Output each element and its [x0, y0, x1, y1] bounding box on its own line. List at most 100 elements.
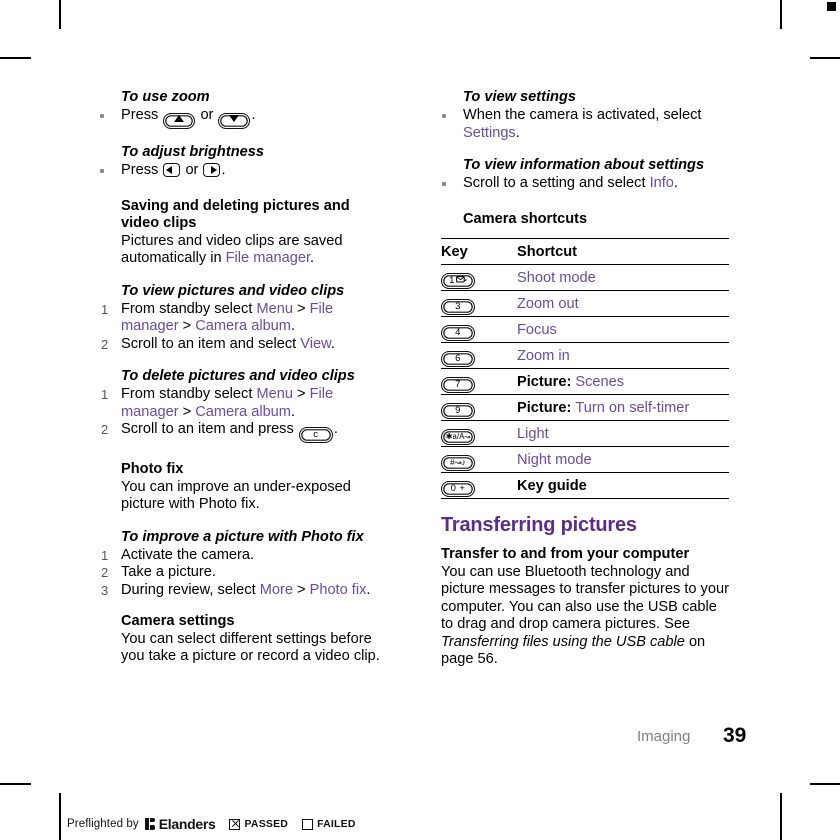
shortcut-action[interactable]: Scenes	[575, 374, 624, 390]
failed-checkbox[interactable]	[302, 818, 314, 830]
shortcut-action[interactable]: Light	[517, 426, 549, 442]
step-press-zoom-keys: Press or .	[100, 107, 391, 129]
bullet-marker	[100, 169, 104, 173]
preflight-label: Preflighted by	[67, 818, 139, 830]
failed-label: FAILED	[317, 818, 356, 830]
key-7-icon: 7	[441, 376, 475, 393]
key-6-icon: 6	[441, 350, 475, 367]
table-row: #↝♪ Night mode	[441, 446, 729, 473]
step-text-prefix: From standby select	[121, 300, 257, 317]
crop-mark-top-left-vertical	[59, 0, 61, 29]
passed-checkbox[interactable]	[229, 818, 241, 830]
shortcut-action[interactable]: Zoom in	[517, 348, 570, 364]
shortcut-prefix: Picture:	[517, 399, 576, 416]
step-text-suffix: .	[290, 403, 296, 420]
step-text-suffix: .	[333, 421, 338, 437]
key-cell: 4	[441, 316, 517, 343]
shortcut-cell: Shoot mode	[517, 264, 729, 291]
step-view-2: 2 Scroll to an item and select View.	[101, 335, 391, 354]
right-arrow-key-icon	[203, 163, 221, 177]
link-menu[interactable]: Menu	[256, 386, 293, 402]
clear-c-key-icon: c	[298, 427, 333, 443]
step-label-press: Press	[121, 162, 159, 178]
link-menu[interactable]: Menu	[256, 301, 293, 317]
link-file-manager[interactable]: File manager	[226, 250, 310, 266]
link-settings[interactable]: Settings	[463, 125, 516, 141]
shortcut-cell: Focus	[517, 316, 729, 343]
key-9-icon: 9	[441, 402, 475, 419]
key-0-plus-icon: 0 +	[441, 480, 475, 497]
separator-gt: >	[292, 581, 310, 598]
paragraph-transferring: You can use Bluetooth technology and pic…	[441, 564, 733, 669]
key-cell: 6	[441, 342, 517, 369]
key-cell: ✱a/A↝	[441, 420, 517, 447]
column-header-key: Key	[441, 238, 517, 265]
table-row: 4 Focus	[441, 316, 729, 343]
table-row: 3 Zoom out	[441, 290, 729, 317]
crop-mark-bottom-right-vertical	[780, 793, 782, 840]
link-view[interactable]: View	[300, 336, 331, 352]
transfer-text-1: You can use Bluetooth technology and pic…	[441, 563, 729, 633]
heading-to-delete-pictures: To delete pictures and video clips	[121, 368, 355, 384]
left-arrow-key-icon	[163, 163, 181, 177]
link-camera-album[interactable]: Camera album	[195, 318, 291, 334]
bullet-marker	[100, 114, 104, 118]
shortcut-action: Key guide	[517, 477, 587, 494]
heading-transfer-to-from-computer: Transfer to and from your computer	[441, 546, 690, 562]
separator-gt: >	[292, 386, 310, 402]
column-header-shortcut: Shortcut	[517, 238, 729, 265]
passed-label: PASSED	[244, 818, 289, 830]
heading-camera-settings: Camera settings	[121, 613, 235, 629]
shortcut-action[interactable]: Zoom out	[517, 296, 579, 312]
footer-chapter-name: Imaging	[637, 728, 691, 745]
step-text-prefix: When the camera is activated, select	[463, 107, 702, 123]
step-view-info: Scroll to a setting and select Info.	[442, 175, 733, 193]
up-arrow-key-icon	[163, 113, 196, 129]
step-text: Activate the camera.	[121, 546, 255, 563]
link-info[interactable]: Info	[650, 175, 674, 191]
shortcut-cell: Key guide	[517, 472, 729, 499]
step-text-prefix: From standby select	[121, 386, 257, 402]
preflight-brand: Elanders	[158, 816, 216, 832]
shortcut-action[interactable]: Focus	[517, 322, 557, 338]
key-cell: 9	[441, 394, 517, 421]
separator-gt: >	[178, 318, 196, 334]
footer-page-number: 39	[723, 724, 747, 747]
bullet-marker	[442, 182, 446, 186]
shortcut-action[interactable]: Turn on self-timer	[575, 400, 689, 416]
saving-text-2: .	[310, 250, 315, 266]
shortcut-action[interactable]: Shoot mode	[517, 270, 596, 286]
table-row: 9 Picture: Turn on self-timer	[441, 394, 729, 421]
heading-to-view-settings: To view settings	[463, 89, 576, 105]
manual-page: To use zoom Press or . To adjust brightn…	[0, 0, 840, 840]
key-cell: 1	[441, 264, 517, 291]
shortcut-cell: Picture: Turn on self-timer	[517, 394, 729, 421]
separator-gt: >	[292, 300, 310, 317]
crop-mark-top-right-horizontal	[810, 57, 840, 59]
heading-saving-deleting: Saving and deleting pictures and video c…	[121, 197, 350, 232]
step-text-suffix: .	[290, 318, 296, 334]
table-row: 6 Zoom in	[441, 342, 729, 369]
table-row: 1 Shoot mode	[441, 264, 729, 291]
link-camera-album[interactable]: Camera album	[195, 404, 291, 420]
link-photo-fix[interactable]: Photo fix	[310, 582, 367, 598]
conjunction-or: or	[200, 107, 214, 123]
heading-photo-fix: Photo fix	[121, 461, 184, 477]
down-arrow-key-icon	[218, 113, 251, 129]
link-more[interactable]: More	[260, 582, 293, 598]
step-text-prefix: Scroll to an item and select	[121, 335, 301, 352]
separator-gt: >	[178, 403, 196, 420]
shortcut-action[interactable]: Night mode	[517, 452, 592, 468]
step-view-1: 1 From standby select Menu > File manager…	[101, 300, 391, 336]
bullet-marker	[442, 114, 446, 118]
key-star-a-A-icon: ✱a/A↝	[441, 428, 475, 445]
heading-to-view-pictures: To view pictures and video clips	[121, 282, 345, 299]
key-cell: #↝♪	[441, 446, 517, 473]
step-text-suffix: .	[330, 335, 335, 352]
shortcut-cell: Zoom in	[517, 342, 729, 369]
step-delete-1: 1 From standby select Menu > File manager…	[101, 386, 391, 421]
table-row: 0 + Key guide	[441, 472, 729, 499]
key-1-shoot-mode-icon: 1	[441, 272, 475, 289]
crop-mark-bottom-right-horizontal	[810, 783, 840, 785]
step-text-suffix: .	[515, 124, 520, 141]
